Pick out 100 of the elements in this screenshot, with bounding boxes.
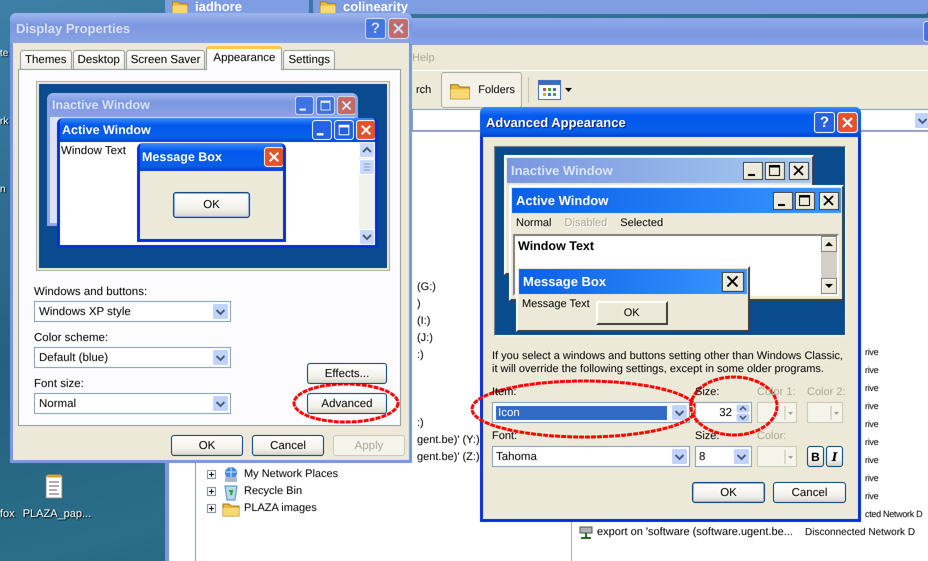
tab[interactable]: Appearance — [206, 46, 282, 70]
tab[interactable]: Themes — [20, 50, 72, 69]
field-label: Color: — [757, 429, 786, 443]
table-cell: rive — [865, 437, 878, 447]
scroll-down-button[interactable] — [821, 278, 837, 294]
table-cell: rive — [865, 347, 878, 357]
window-title: Message Box — [142, 150, 223, 164]
dropdown[interactable]: Default (blue) — [34, 347, 231, 368]
chevron-down-icon — [671, 404, 688, 421]
caret-icon — [784, 450, 794, 464]
window-title: Active Window — [62, 123, 152, 137]
field-label: Windows and buttons: — [34, 285, 148, 299]
table-cell: rive — [865, 419, 878, 429]
folder-icon — [319, 0, 337, 14]
file-name[interactable]: export on 'software (software.ugent.be... — [597, 526, 805, 538]
chevron-down-icon — [212, 349, 229, 366]
desktop-icon-label[interactable]: te — [0, 48, 8, 59]
text-file-icon[interactable] — [45, 473, 63, 499]
chevron-down-icon — [212, 395, 229, 412]
desktop-icon-label[interactable]: n — [0, 184, 8, 195]
window-text: Window Text — [60, 144, 126, 157]
tab[interactable]: Desktop — [72, 50, 125, 69]
field-label: Color 2: — [807, 385, 846, 399]
desktop-icon-label[interactable]: rk — [0, 116, 8, 127]
italic-button[interactable]: I — [826, 446, 843, 467]
window-title: Message Box — [523, 274, 608, 289]
desktop-icon-label[interactable]: fox — [0, 508, 15, 520]
table-cell: rive — [865, 473, 878, 483]
minimize-button[interactable] — [773, 192, 793, 210]
dialog-button[interactable]: Cancel — [252, 435, 324, 456]
message-text: Message Text — [522, 298, 590, 310]
maximize-button[interactable] — [765, 162, 785, 180]
scrollbar[interactable] — [821, 236, 837, 294]
size-spinner[interactable]: 32 — [695, 402, 752, 423]
menu-item[interactable]: Normal — [516, 217, 552, 232]
network-drive-icon — [578, 524, 594, 540]
window-title: Inactive Window — [511, 163, 614, 178]
toolbar-button[interactable]: Folders — [441, 72, 522, 108]
close-button[interactable] — [819, 192, 839, 210]
bold-button[interactable]: B — [807, 446, 824, 467]
field-label: Font: — [492, 429, 518, 443]
chevron-down-icon — [671, 448, 688, 465]
close-button[interactable] — [789, 162, 809, 180]
dialog-button[interactable]: Effects... — [307, 363, 387, 384]
tab[interactable]: Screen Saver — [126, 50, 206, 69]
window-title: Active Window — [516, 193, 610, 208]
field-label: Size: — [695, 429, 720, 443]
dialog-button[interactable]: OK — [171, 435, 243, 456]
chevron-down-icon — [733, 448, 750, 465]
font-dropdown[interactable]: Tahoma — [492, 446, 690, 467]
tree-item[interactable]: Recycle Bin — [244, 483, 302, 500]
table-cell: cted Network D — [865, 509, 922, 519]
field-label: Font size: — [34, 377, 85, 391]
expand-icon[interactable] — [207, 487, 216, 496]
scroll-up-button[interactable] — [821, 236, 837, 252]
table-cell: Disconnected Network D — [805, 526, 916, 538]
expand-icon[interactable] — [207, 470, 216, 479]
menu-item[interactable]: Selected — [620, 217, 664, 232]
dropdown[interactable]: Normal — [34, 393, 231, 414]
tab[interactable]: Settings — [283, 50, 336, 69]
table-cell: rive — [865, 365, 878, 375]
caret-icon — [830, 406, 840, 420]
scrollbar[interactable] — [359, 142, 375, 245]
field-label: Color scheme: — [34, 331, 110, 345]
minimize-button[interactable] — [743, 162, 763, 180]
ok-button[interactable]: OK — [596, 301, 668, 325]
chevron-down-icon — [212, 303, 229, 320]
window-title: Display Properties — [16, 20, 132, 36]
desktop-icon-label[interactable]: PLAZA_pap... — [22, 508, 92, 520]
toolbar-button[interactable]: rch — [412, 72, 436, 108]
ok-button[interactable]: OK — [173, 192, 250, 218]
dialog-button[interactable]: Cancel — [773, 482, 846, 503]
maximize-button[interactable] — [795, 192, 815, 210]
tree-item[interactable]: My Network Places — [244, 466, 338, 483]
color-picker[interactable] — [757, 446, 797, 467]
caret-icon — [564, 88, 572, 92]
network-icon — [222, 466, 240, 483]
table-cell: rive — [865, 383, 878, 393]
info-text: If you select a windows and buttons setting other than Windows Classic, it will override the following settings, except in some older programs. — [492, 350, 844, 376]
spin-arrows-icon — [736, 404, 750, 422]
dialog-button[interactable]: OK — [692, 482, 765, 503]
help-button[interactable]: ? — [814, 112, 835, 132]
dialog-button[interactable]: Advanced — [307, 393, 387, 414]
color-picker[interactable] — [807, 402, 843, 423]
item-dropdown[interactable]: Icon — [492, 402, 690, 423]
window-title: Inactive Window — [52, 98, 151, 112]
expand-icon[interactable] — [207, 504, 216, 513]
font-size-dropdown[interactable]: 8 — [695, 446, 752, 467]
caret-icon — [784, 406, 794, 420]
folder-icon — [171, 0, 189, 14]
window-text: Window Text — [517, 238, 594, 253]
table-cell: rive — [865, 491, 878, 501]
table-cell: rive — [865, 401, 878, 411]
table-cell: rive — [865, 455, 878, 465]
color-picker[interactable] — [757, 402, 797, 423]
recycle-bin-icon — [222, 482, 240, 500]
close-button[interactable] — [721, 272, 745, 292]
scroll-thumb[interactable] — [359, 159, 375, 175]
dropdown[interactable]: Windows XP style — [34, 301, 231, 322]
tree-item[interactable]: PLAZA images — [244, 500, 317, 517]
